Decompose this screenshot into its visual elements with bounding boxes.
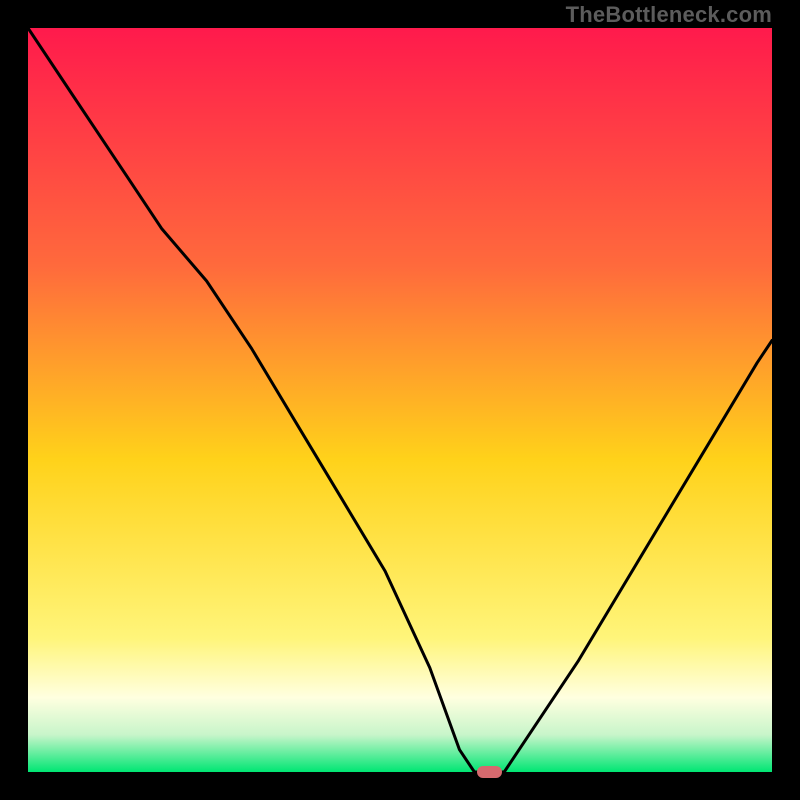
chart-svg <box>28 28 772 772</box>
attribution-text: TheBottleneck.com <box>566 2 772 28</box>
plot-area <box>28 28 772 772</box>
gradient-background <box>28 28 772 772</box>
optimal-marker <box>477 766 502 777</box>
chart-frame: TheBottleneck.com <box>0 0 800 800</box>
